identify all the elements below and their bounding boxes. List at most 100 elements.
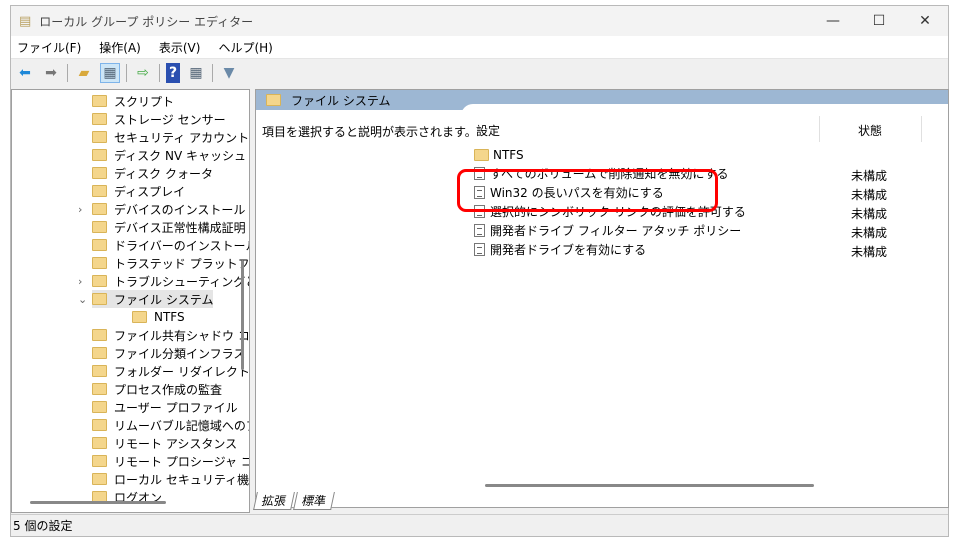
menu-file[interactable]: ファイル(F): [17, 39, 81, 56]
maximize-button[interactable]: ☐: [856, 13, 902, 29]
tree-item[interactable]: プロセス作成の監査: [92, 380, 222, 398]
tree-item[interactable]: NTFS: [132, 308, 185, 326]
tree-item[interactable]: ローカル セキュリティ機関: [92, 470, 250, 488]
tree-item-label: ファイル分類インフラストラ: [114, 346, 249, 361]
divider: [126, 63, 127, 82]
folder-icon: [92, 257, 107, 269]
tree-item[interactable]: › トラブルシューティングと診断: [78, 272, 249, 290]
tree-item-label: ユーザー プロファイル: [114, 400, 238, 415]
tree-item-label: デバイスのインストール: [114, 202, 246, 217]
policy-state: 未構成: [851, 188, 888, 202]
divider: [67, 63, 68, 82]
tree-item[interactable]: リモート アシスタンス: [92, 434, 237, 452]
tree-item[interactable]: ディスプレイ: [92, 182, 185, 200]
folder-icon: [132, 311, 147, 323]
tree-item[interactable]: ファイル分類インフラストラ: [92, 344, 249, 362]
tree-item[interactable]: スクリプト: [92, 92, 174, 110]
tree-item[interactable]: › デバイスのインストール: [78, 200, 246, 218]
folder-icon: [92, 239, 107, 251]
tree-item[interactable]: フォルダー リダイレクト: [92, 362, 250, 380]
tree-item-label: ストレージ センサー: [114, 112, 226, 127]
export-list-icon[interactable]: ⇨: [133, 63, 153, 83]
tree-item-label: トラステッド プラットフォーム: [114, 256, 249, 271]
folder-icon: [92, 275, 107, 287]
pane-header-title: ファイル システム: [291, 93, 391, 108]
help-icon[interactable]: ?: [166, 62, 180, 83]
description-text: 項目を選択すると説明が表示されます。: [262, 125, 477, 139]
folder-icon: [92, 347, 107, 359]
chevron-right-icon[interactable]: ›: [78, 203, 82, 216]
menu-view[interactable]: 表示(V): [159, 39, 201, 56]
minimize-button[interactable]: —: [810, 13, 856, 29]
tree-item-label: フォルダー リダイレクト: [114, 364, 250, 379]
tree-item-label: デバイス正常性構成証明: [114, 220, 246, 235]
horizontal-scrollbar[interactable]: [30, 501, 166, 504]
window-title: ローカル グループ ポリシー エディター: [39, 14, 254, 29]
tree-item[interactable]: ⌄ ファイル システム: [78, 290, 214, 308]
column-divider[interactable]: [819, 116, 820, 142]
folder-icon: [92, 329, 107, 341]
folder-icon: [92, 167, 107, 179]
tree-item[interactable]: リムーバブル記憶域へのア: [92, 416, 250, 434]
folder-icon: [92, 437, 107, 449]
divider: [212, 63, 213, 82]
tree-pane: スクリプトストレージ センサーセキュリティ アカウント マネディスク NV キャ…: [11, 89, 250, 513]
up-folder-icon[interactable]: ▰: [74, 63, 94, 83]
tree-item[interactable]: ドライバーのインストール: [92, 236, 250, 254]
title-bar: ▤ ローカル グループ ポリシー エディター — ☐ ✕: [11, 6, 948, 36]
folder-icon: [92, 365, 107, 377]
app-icon: ▤: [19, 13, 32, 29]
close-button[interactable]: ✕: [902, 13, 948, 29]
vertical-scrollbar[interactable]: [241, 260, 244, 370]
tree-item[interactable]: ユーザー プロファイル: [92, 398, 238, 416]
folder-icon: [92, 419, 107, 431]
show-hide-tree-icon[interactable]: ▦: [100, 62, 120, 83]
tree-item[interactable]: ディスク クォータ: [92, 164, 213, 182]
tree-item[interactable]: ディスク NV キャッシュ: [92, 146, 246, 164]
forward-icon[interactable]: ➡: [41, 63, 61, 83]
menu-help[interactable]: ヘルプ(H): [218, 39, 272, 56]
horizontal-scrollbar[interactable]: [485, 484, 814, 487]
tree-item[interactable]: デバイス正常性構成証明: [92, 218, 246, 236]
toolbar: ⬅ ➡ ▰ ▦ ⇨ ? ▦ ▼: [11, 59, 948, 86]
tab-extended[interactable]: 拡張: [253, 492, 295, 510]
policy-row[interactable]: 開発者ドライブを有効にする: [474, 240, 646, 259]
tree-item-label: NTFS: [154, 310, 185, 324]
folder-row-ntfs[interactable]: NTFS: [474, 145, 524, 164]
divider: [159, 63, 160, 82]
tab-curve: [461, 104, 948, 124]
chevron-down-icon[interactable]: ⌄: [78, 293, 87, 306]
tree-item-label: ローカル セキュリティ機関: [114, 472, 250, 487]
policy-row[interactable]: 開発者ドライブ フィルター アタッチ ポリシー: [474, 221, 741, 240]
tree-item-label: スクリプト: [114, 94, 175, 109]
column-header-state[interactable]: 状態: [858, 122, 882, 139]
folder-icon: [92, 185, 107, 197]
tree-item[interactable]: リモート プロシージャ コール: [92, 452, 249, 470]
folder-icon: [92, 293, 107, 305]
tab-standard[interactable]: 標準: [293, 492, 335, 510]
filter-icon[interactable]: ▼: [219, 63, 239, 83]
column-header-setting[interactable]: 設定: [476, 122, 500, 139]
tree-item[interactable]: ストレージ センサー: [92, 110, 226, 128]
chevron-right-icon[interactable]: ›: [78, 275, 82, 288]
tree-item-label: リムーバブル記憶域へのア: [114, 418, 250, 433]
tree-item-label: ドライバーのインストール: [114, 238, 250, 253]
folder-icon: [92, 455, 107, 467]
folder-icon: [92, 113, 107, 125]
tree-item-label: ディスク NV キャッシュ: [114, 148, 246, 163]
policy-state: 未構成: [851, 245, 888, 259]
tree-item-label: トラブルシューティングと診断: [114, 274, 249, 289]
tree-item[interactable]: セキュリティ アカウント マネ: [92, 128, 249, 146]
folder-icon: [266, 94, 281, 106]
column-divider[interactable]: [921, 116, 922, 142]
tree-item-label: プロセス作成の監査: [114, 382, 223, 397]
policy-state: 未構成: [851, 226, 888, 240]
back-icon[interactable]: ⬅: [15, 63, 35, 83]
tree-item-label: ディスク クォータ: [114, 166, 213, 181]
show-action-pane-icon[interactable]: ▦: [186, 63, 206, 83]
details-pane: ファイル システム 項目を選択すると説明が表示されます。 設定 状態 NTFS …: [255, 89, 949, 508]
tree-item[interactable]: トラステッド プラットフォーム: [92, 254, 249, 272]
folder-icon: [92, 149, 107, 161]
tree-item[interactable]: ファイル共有シャドウ コピー: [92, 326, 249, 344]
menu-action[interactable]: 操作(A): [99, 39, 141, 56]
